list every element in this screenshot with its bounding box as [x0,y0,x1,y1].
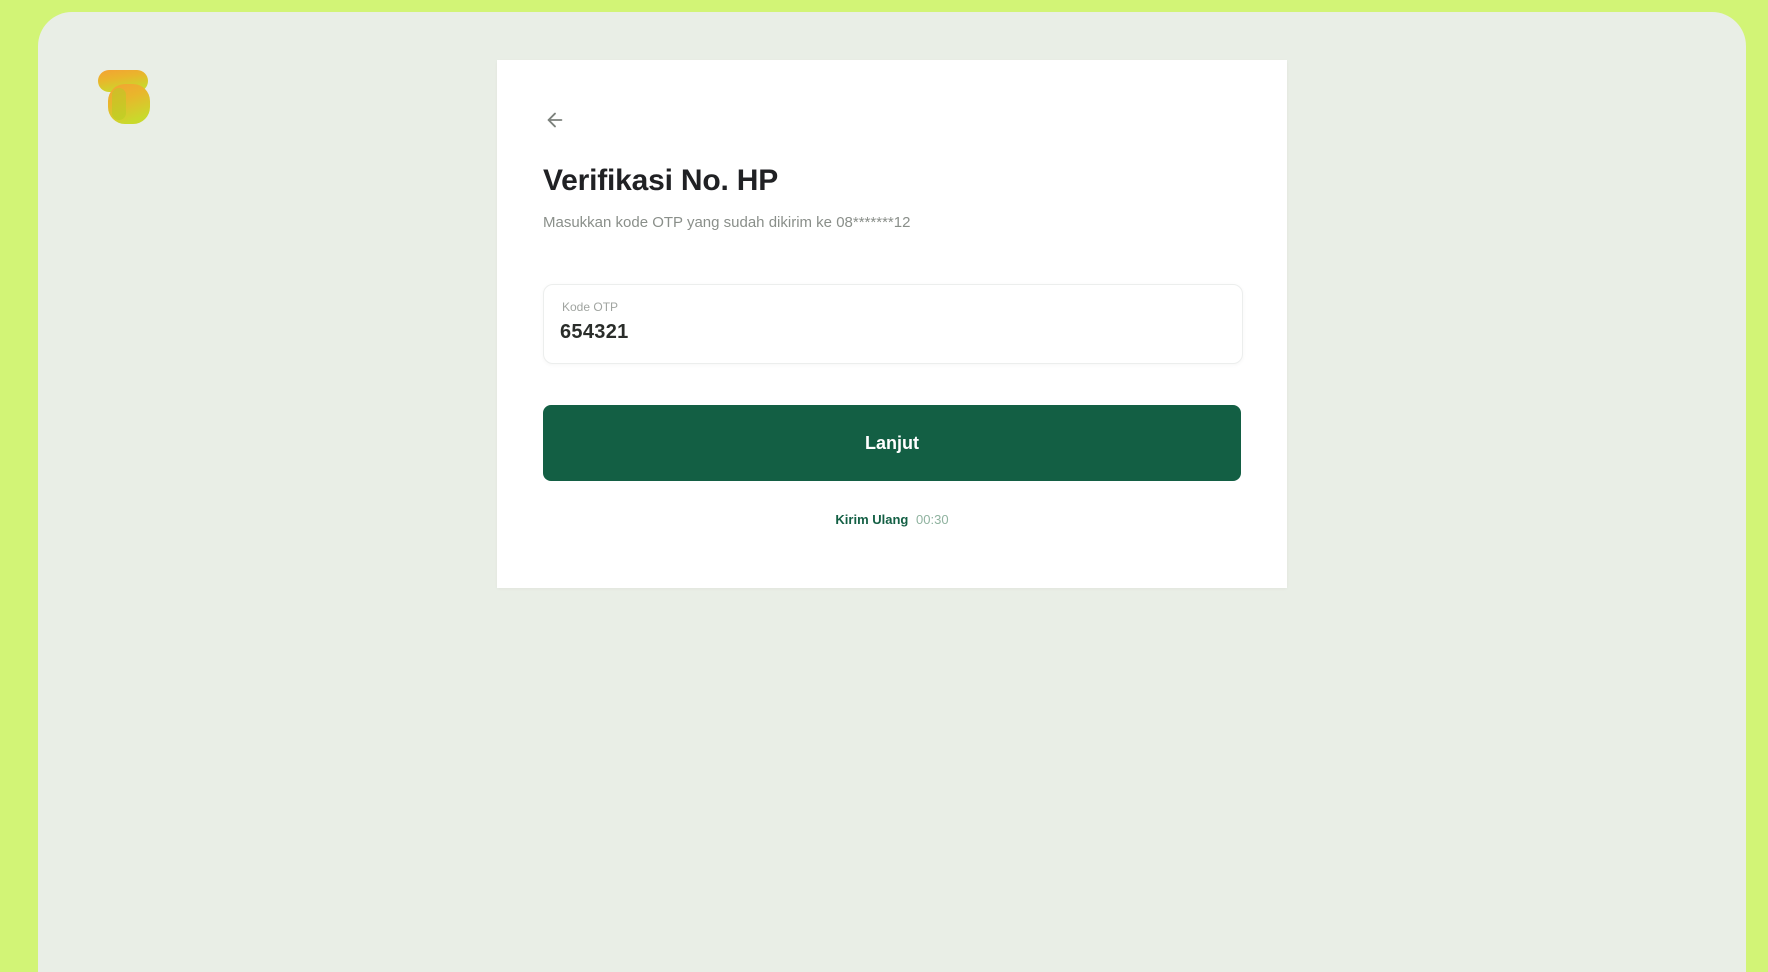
page-title: Verifikasi No. HP [543,164,779,197]
back-button[interactable] [541,106,569,134]
brand-logo-icon [92,66,158,132]
otp-field[interactable]: Kode OTP [543,284,1243,364]
resend-row: Kirim Ulang 00:30 [497,512,1287,527]
page-subtitle: Masukkan kode OTP yang sudah dikirim ke … [543,214,911,231]
otp-input[interactable] [560,321,1220,344]
resend-timer: 00:30 [916,512,949,527]
arrow-left-icon [547,112,563,128]
continue-button[interactable]: Lanjut [543,405,1241,481]
resend-link[interactable]: Kirim Ulang [835,512,908,527]
otp-verification-card: Verifikasi No. HP Masukkan kode OTP yang… [497,60,1287,588]
otp-field-label: Kode OTP [562,300,619,314]
